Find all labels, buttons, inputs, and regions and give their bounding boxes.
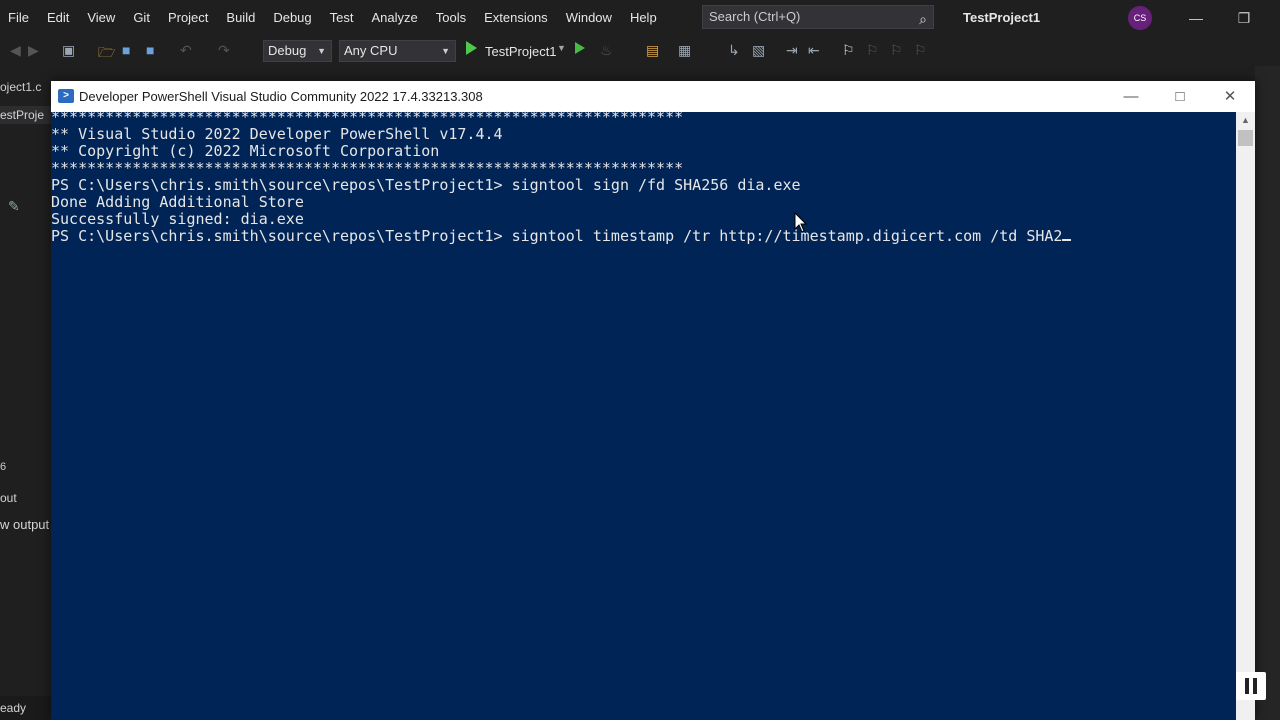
- restore-icon[interactable]: ❐: [1222, 0, 1266, 36]
- platform-dropdown[interactable]: Any CPU ▼: [339, 40, 456, 62]
- minimize-icon[interactable]: —: [1108, 81, 1154, 112]
- platform-value: Any CPU: [344, 43, 398, 58]
- undo-icon[interactable]: ↶: [180, 42, 192, 59]
- console-line: ** Visual Studio 2022 Developer PowerShe…: [51, 125, 503, 143]
- avatar[interactable]: CS: [1128, 6, 1152, 30]
- ide-left-panel: [0, 66, 52, 720]
- menu-file[interactable]: File: [0, 0, 38, 36]
- status-bar: eady: [0, 696, 52, 720]
- configuration-value: Debug: [268, 43, 307, 58]
- menu-extensions[interactable]: Extensions: [475, 0, 557, 36]
- powershell-icon: >: [58, 89, 74, 103]
- bookmark-icon[interactable]: ⚐: [842, 42, 855, 59]
- solution-name: TestProject1: [963, 10, 1041, 25]
- menu-analyze[interactable]: Analyze: [362, 0, 426, 36]
- menu-git[interactable]: Git: [124, 0, 159, 36]
- save-icon[interactable]: ■: [122, 42, 130, 58]
- search-input[interactable]: Search (Ctrl+Q) ⌕: [702, 5, 934, 29]
- start-debugging-icon[interactable]: [466, 41, 477, 55]
- bookmark-next-icon[interactable]: ⚐: [890, 42, 903, 59]
- menu-bar: File Edit View Git Project Build Debug T…: [0, 0, 1280, 36]
- maximize-icon[interactable]: □: [1157, 81, 1203, 112]
- redo-icon[interactable]: ↷: [218, 42, 230, 59]
- bookmark-prev-icon[interactable]: ⚐: [866, 42, 879, 59]
- pause-icon[interactable]: [1236, 672, 1266, 700]
- folder-icon[interactable]: ▤: [646, 42, 659, 59]
- menu-window[interactable]: Window: [557, 0, 621, 36]
- indent-icon[interactable]: ⇥: [786, 42, 798, 59]
- output-label: out: [0, 491, 17, 505]
- bookmark-clear-icon[interactable]: ⚐: [914, 42, 927, 59]
- chevron-down-icon[interactable]: ▼: [557, 43, 566, 53]
- menu-project[interactable]: Project: [159, 0, 217, 36]
- menu-view[interactable]: View: [78, 0, 124, 36]
- console-line: Successfully signed: dia.exe: [51, 210, 304, 228]
- menu-build[interactable]: Build: [217, 0, 264, 36]
- close-icon[interactable]: ✕: [1207, 81, 1253, 112]
- console-scrollbar[interactable]: ▲: [1236, 112, 1255, 720]
- mouse-pointer-icon: [794, 212, 808, 233]
- tab-number: 6: [0, 461, 7, 473]
- console-prompt-line[interactable]: PS C:\Users\chris.smith\source\repos\Tes…: [51, 227, 1072, 245]
- new-project-icon[interactable]: ▣: [62, 42, 75, 59]
- console-command: PS C:\Users\chris.smith\source\repos\Tes…: [51, 227, 1063, 245]
- console-line: PS C:\Users\chris.smith\source\repos\Tes…: [51, 176, 801, 194]
- document-tab[interactable]: oject1.c: [0, 80, 41, 94]
- search-icon: ⌕: [919, 11, 927, 27]
- start-without-debugging-icon[interactable]: [575, 42, 585, 54]
- menu-test[interactable]: Test: [321, 0, 363, 36]
- save-all-icon[interactable]: ■: [146, 42, 154, 58]
- breakpoint-window-icon[interactable]: ▧: [752, 42, 765, 59]
- search-placeholder: Search (Ctrl+Q): [709, 9, 801, 24]
- step-icon[interactable]: ↳: [728, 42, 740, 59]
- minimize-icon[interactable]: —: [1174, 0, 1218, 36]
- scroll-up-icon[interactable]: ▲: [1236, 112, 1255, 129]
- back-icon[interactable]: ◀: [10, 42, 21, 59]
- text-cursor: [1062, 239, 1072, 241]
- brush-icon: ✎: [8, 198, 20, 214]
- menu-help[interactable]: Help: [621, 0, 666, 36]
- menu-tools[interactable]: Tools: [427, 0, 475, 36]
- layout-icon[interactable]: ▦: [678, 42, 691, 59]
- startup-project-button[interactable]: TestProject1: [485, 44, 557, 59]
- hot-reload-icon[interactable]: ♨: [600, 42, 613, 59]
- console-output[interactable]: ****************************************…: [51, 108, 1236, 720]
- console-line: Done Adding Additional Store: [51, 193, 304, 211]
- console-line: ****************************************…: [51, 159, 684, 177]
- document-tab-active[interactable]: estProje: [0, 106, 52, 124]
- configuration-dropdown[interactable]: Debug ▼: [263, 40, 332, 62]
- open-folder-icon[interactable]: 🗁: [98, 42, 115, 66]
- outdent-icon[interactable]: ⇤: [808, 42, 820, 59]
- chevron-down-icon: ▼: [441, 46, 450, 56]
- console-line: ****************************************…: [51, 108, 684, 126]
- menu-edit[interactable]: Edit: [38, 0, 78, 36]
- menu-debug[interactable]: Debug: [264, 0, 320, 36]
- ide-right-panel: [1255, 66, 1280, 720]
- console-line: ** Copyright (c) 2022 Microsoft Corporat…: [51, 142, 440, 160]
- toolbar: ◀ ▶ ▣ 🗁 ■ ■ ↶ ↷ Debug ▼ Any CPU ▼ TestPr…: [0, 36, 1280, 66]
- show-output-label: w output: [0, 517, 50, 532]
- chevron-down-icon: ▼: [317, 46, 326, 56]
- scrollbar-thumb[interactable]: [1238, 130, 1253, 146]
- powershell-window: > Developer PowerShell Visual Studio Com…: [51, 81, 1255, 720]
- forward-icon[interactable]: ▶: [28, 42, 39, 59]
